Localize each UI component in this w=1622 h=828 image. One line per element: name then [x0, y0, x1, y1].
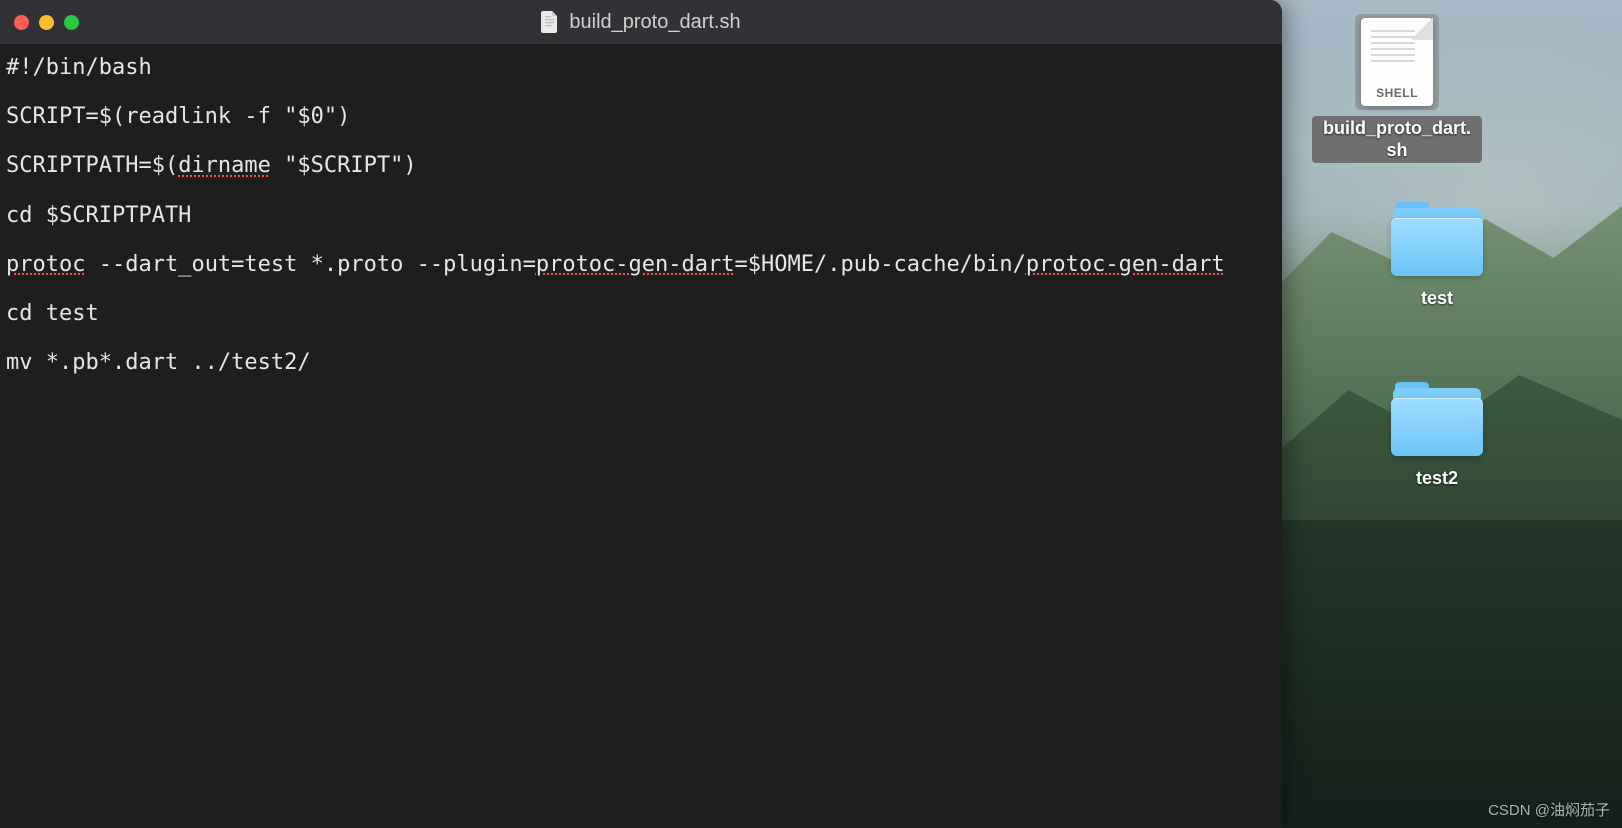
code-line	[6, 81, 1276, 106]
code-token-spellerror: dirname	[178, 153, 271, 178]
code-token: =$HOME/.pub-cache/bin/	[735, 252, 1026, 277]
traffic-lights	[14, 15, 79, 30]
window-title: build_proto_dart.sh	[569, 11, 740, 34]
document-icon	[541, 11, 559, 33]
code-line	[6, 130, 1276, 155]
window-titlebar[interactable]: build_proto_dart.sh	[0, 0, 1282, 44]
file-type-tag: SHELL	[1376, 86, 1418, 100]
editor-window: build_proto_dart.sh #!/bin/bash SCRIPT=$(…	[0, 0, 1282, 828]
desktop-file-build-proto[interactable]: SHELL build_proto_dart.sh	[1312, 14, 1482, 163]
minimize-icon[interactable]	[39, 15, 54, 30]
maximize-icon[interactable]	[64, 15, 79, 30]
desktop-file-label: build_proto_dart.sh	[1312, 116, 1482, 163]
code-token-spellerror: protoc	[6, 252, 85, 277]
code-token: --dart_out=test *.proto --plugin=	[85, 252, 535, 277]
code-line: cd $SCRIPTPATH	[6, 204, 1276, 229]
desktop-folder-label: test2	[1408, 466, 1466, 492]
code-line	[6, 278, 1276, 303]
close-icon[interactable]	[14, 15, 29, 30]
wallpaper-ridge	[1280, 520, 1622, 828]
watermark: CSDN @油焖茄子	[1488, 799, 1610, 820]
code-line	[6, 327, 1276, 352]
code-token: "$SCRIPT")	[271, 153, 417, 178]
code-token-spellerror: protoc-gen-dart	[1026, 252, 1225, 277]
folder-icon	[1391, 382, 1483, 456]
folder-icon	[1391, 202, 1483, 276]
code-line	[6, 228, 1276, 253]
code-line: cd test	[6, 302, 1276, 327]
desktop-folder-label: test	[1413, 286, 1461, 312]
code-line: SCRIPT=$(readlink -f "$0")	[6, 105, 1276, 130]
desktop-folder-test[interactable]: test	[1352, 198, 1522, 312]
code-line: mv *.pb*.dart ../test2/	[6, 351, 1276, 376]
code-token-spellerror: protoc-gen-dart	[536, 252, 735, 277]
code-line: #!/bin/bash	[6, 56, 1276, 81]
window-title-group: build_proto_dart.sh	[0, 11, 1282, 34]
editor-content[interactable]: #!/bin/bash SCRIPT=$(readlink -f "$0") SCR…	[0, 44, 1282, 828]
desktop-folder-test2[interactable]: test2	[1352, 378, 1522, 492]
shell-file-icon: SHELL	[1361, 18, 1433, 106]
code-line	[6, 179, 1276, 204]
code-line: protoc --dart_out=test *.proto --plugin=…	[6, 253, 1276, 278]
code-line: SCRIPTPATH=$(dirname "$SCRIPT")	[6, 154, 1276, 179]
code-token: SCRIPTPATH=$(	[6, 153, 178, 178]
